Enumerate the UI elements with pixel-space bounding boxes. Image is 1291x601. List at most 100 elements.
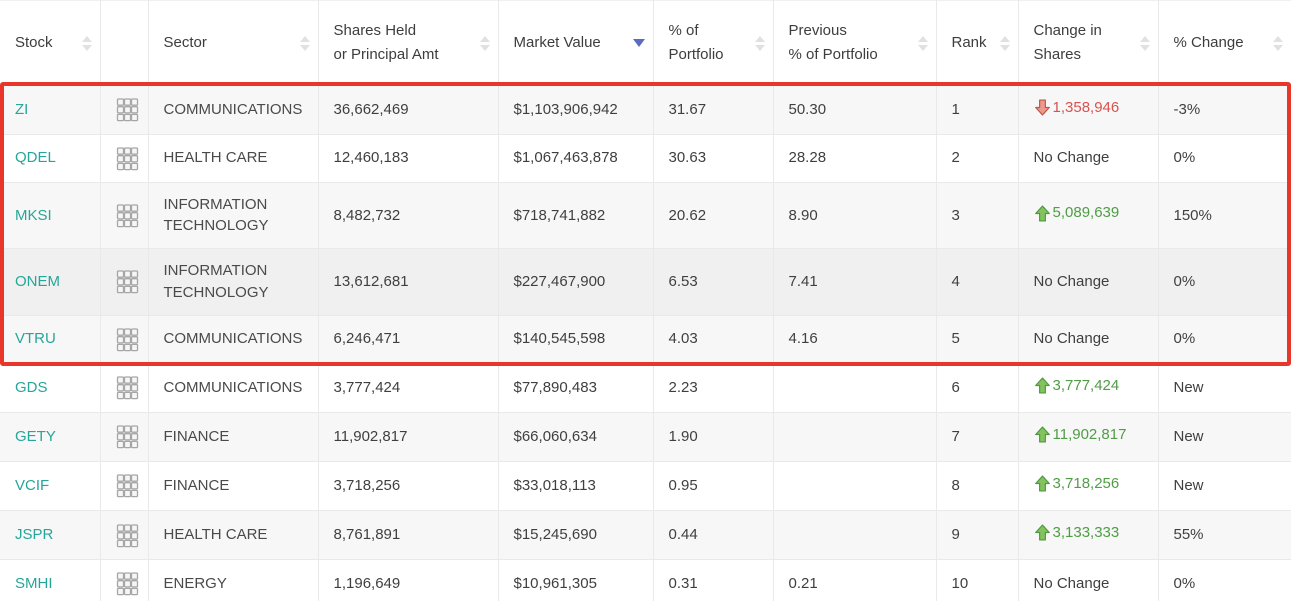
cell-pct-change: New bbox=[1158, 363, 1291, 412]
cell-stock: ZI bbox=[0, 86, 100, 135]
holdings-grid-button[interactable] bbox=[116, 523, 139, 548]
holdings-grid-button[interactable] bbox=[116, 424, 139, 449]
cell-pct-change: 0% bbox=[1158, 249, 1291, 316]
cell-previous-pct-portfolio bbox=[773, 461, 936, 510]
sort-arrows-icon bbox=[1273, 36, 1283, 51]
column-header-rank[interactable]: Rank bbox=[936, 1, 1018, 86]
stock-ticker-link[interactable]: JSPR bbox=[15, 526, 53, 543]
holdings-grid-button[interactable] bbox=[116, 473, 139, 498]
cell-stock: QDEL bbox=[0, 134, 100, 182]
column-header-market-value[interactable]: Market Value bbox=[498, 1, 653, 86]
change-in-shares-value: 3,133,333 bbox=[1034, 522, 1120, 544]
cell-previous-pct-portfolio bbox=[773, 363, 936, 412]
cell-change-in-shares: 3,777,424 bbox=[1018, 363, 1158, 412]
stock-ticker-link[interactable]: SMHI bbox=[15, 575, 53, 592]
cell-market-value: $1,103,906,942 bbox=[498, 86, 653, 135]
column-header-pct-change[interactable]: % Change bbox=[1158, 1, 1291, 86]
column-header-pct-portfolio[interactable]: % of Portfolio bbox=[653, 1, 773, 86]
cell-rank: 2 bbox=[936, 134, 1018, 182]
cell-change-in-shares: No Change bbox=[1018, 134, 1158, 182]
grid-icon bbox=[116, 327, 139, 352]
stock-ticker-link[interactable]: ONEM bbox=[15, 273, 60, 290]
column-header-previous-pct-portfolio[interactable]: Previous % of Portfolio bbox=[773, 1, 936, 86]
cell-change-in-shares: 3,133,333 bbox=[1018, 511, 1158, 560]
stock-ticker-link[interactable]: ZI bbox=[15, 101, 28, 118]
stock-ticker-link[interactable]: GDS bbox=[15, 379, 48, 396]
holdings-grid-button[interactable] bbox=[116, 97, 139, 122]
stock-ticker-link[interactable]: MKSI bbox=[15, 207, 52, 224]
change-in-shares-value: 3,718,256 bbox=[1034, 473, 1120, 495]
stock-ticker-link[interactable]: VTRU bbox=[15, 330, 56, 347]
stock-ticker-link[interactable]: QDEL bbox=[15, 149, 56, 166]
cell-grid bbox=[100, 511, 148, 560]
table-row: GDSCOMMUNICATIONS3,777,424$77,890,4832.2… bbox=[0, 363, 1291, 412]
cell-pct-change: New bbox=[1158, 461, 1291, 510]
change-in-shares-value: No Change bbox=[1034, 271, 1110, 293]
cell-shares-held: 36,662,469 bbox=[318, 86, 498, 135]
cell-market-value: $15,245,690 bbox=[498, 511, 653, 560]
cell-grid bbox=[100, 315, 148, 363]
cell-previous-pct-portfolio: 0.21 bbox=[773, 560, 936, 601]
table-row: QDELHEALTH CARE12,460,183$1,067,463,8783… bbox=[0, 134, 1291, 182]
cell-pct-change: 0% bbox=[1158, 315, 1291, 363]
increase-arrow-icon bbox=[1034, 377, 1051, 394]
increase-arrow-icon bbox=[1034, 475, 1051, 492]
cell-pct-portfolio: 2.23 bbox=[653, 363, 773, 412]
column-header-stock[interactable]: Stock bbox=[0, 1, 100, 86]
table-row: JSPRHEALTH CARE8,761,891$15,245,6900.449… bbox=[0, 511, 1291, 560]
cell-change-in-shares: No Change bbox=[1018, 560, 1158, 601]
stock-ticker-link[interactable]: VCIF bbox=[15, 477, 49, 494]
cell-grid bbox=[100, 461, 148, 510]
holdings-table: Stock Sector Shares Held or Principal Am… bbox=[0, 0, 1291, 601]
table-row: ZI COMMUNICATIONS36,662,469$1,103,906,942… bbox=[0, 86, 1291, 135]
table-body: ZICOMMUNICATIONS36,662,469$1,103,906,942… bbox=[0, 86, 1291, 601]
cell-market-value: $1,067,463,878 bbox=[498, 134, 653, 182]
table-row: VTRUCOMMUNICATIONS6,246,471$140,545,5984… bbox=[0, 315, 1291, 363]
cell-pct-portfolio: 31.67 bbox=[653, 86, 773, 135]
cell-pct-change: New bbox=[1158, 412, 1291, 461]
sort-arrows-icon bbox=[82, 36, 92, 51]
stock-ticker-link[interactable]: GETY bbox=[15, 428, 56, 445]
cell-sector: COMMUNICATIONS bbox=[148, 315, 318, 363]
holdings-grid-button[interactable] bbox=[116, 146, 139, 171]
cell-previous-pct-portfolio bbox=[773, 412, 936, 461]
holdings-grid-button[interactable] bbox=[116, 269, 139, 294]
cell-sector: COMMUNICATIONS bbox=[148, 86, 318, 135]
increase-arrow-icon bbox=[1034, 524, 1051, 541]
change-in-shares-value: No Change bbox=[1034, 328, 1110, 350]
cell-grid bbox=[100, 182, 148, 249]
table-row: GETYFINANCE11,902,817$66,060,6341.90711,… bbox=[0, 412, 1291, 461]
cell-shares-held: 6,246,471 bbox=[318, 315, 498, 363]
table-row: MKSIINFORMATION TECHNOLOGY8,482,732$718,… bbox=[0, 182, 1291, 249]
column-header-sector[interactable]: Sector bbox=[148, 1, 318, 86]
grid-icon bbox=[116, 424, 139, 449]
holdings-grid-button[interactable] bbox=[116, 375, 139, 400]
cell-stock: GDS bbox=[0, 363, 100, 412]
cell-stock: VTRU bbox=[0, 315, 100, 363]
table-row: VCIFFINANCE3,718,256$33,018,1130.9583,71… bbox=[0, 461, 1291, 510]
cell-pct-change: 0% bbox=[1158, 134, 1291, 182]
column-header-shares-held[interactable]: Shares Held or Principal Amt bbox=[318, 1, 498, 86]
cell-market-value: $66,060,634 bbox=[498, 412, 653, 461]
cell-shares-held: 12,460,183 bbox=[318, 134, 498, 182]
cell-change-in-shares: 3,718,256 bbox=[1018, 461, 1158, 510]
holdings-grid-button[interactable] bbox=[116, 203, 139, 228]
column-label: Rank bbox=[952, 31, 987, 56]
cell-shares-held: 11,902,817 bbox=[318, 412, 498, 461]
cell-rank: 3 bbox=[936, 182, 1018, 249]
sort-arrows-icon bbox=[480, 36, 490, 51]
change-in-shares-value: 1,358,946 bbox=[1034, 97, 1120, 119]
cell-sector: FINANCE bbox=[148, 461, 318, 510]
grid-icon bbox=[116, 203, 139, 228]
cell-previous-pct-portfolio: 50.30 bbox=[773, 86, 936, 135]
sort-desc-icon bbox=[633, 39, 645, 47]
holdings-grid-button[interactable] bbox=[116, 327, 139, 352]
column-header-change-in-shares[interactable]: Change in Shares bbox=[1018, 1, 1158, 86]
sort-arrows-icon bbox=[918, 36, 928, 51]
table-row: ONEMINFORMATION TECHNOLOGY13,612,681$227… bbox=[0, 249, 1291, 316]
cell-change-in-shares: No Change bbox=[1018, 315, 1158, 363]
cell-pct-change: -3% bbox=[1158, 86, 1291, 135]
holdings-grid-button[interactable] bbox=[116, 571, 139, 596]
cell-sector: INFORMATION TECHNOLOGY bbox=[148, 182, 318, 249]
grid-icon bbox=[116, 269, 139, 294]
